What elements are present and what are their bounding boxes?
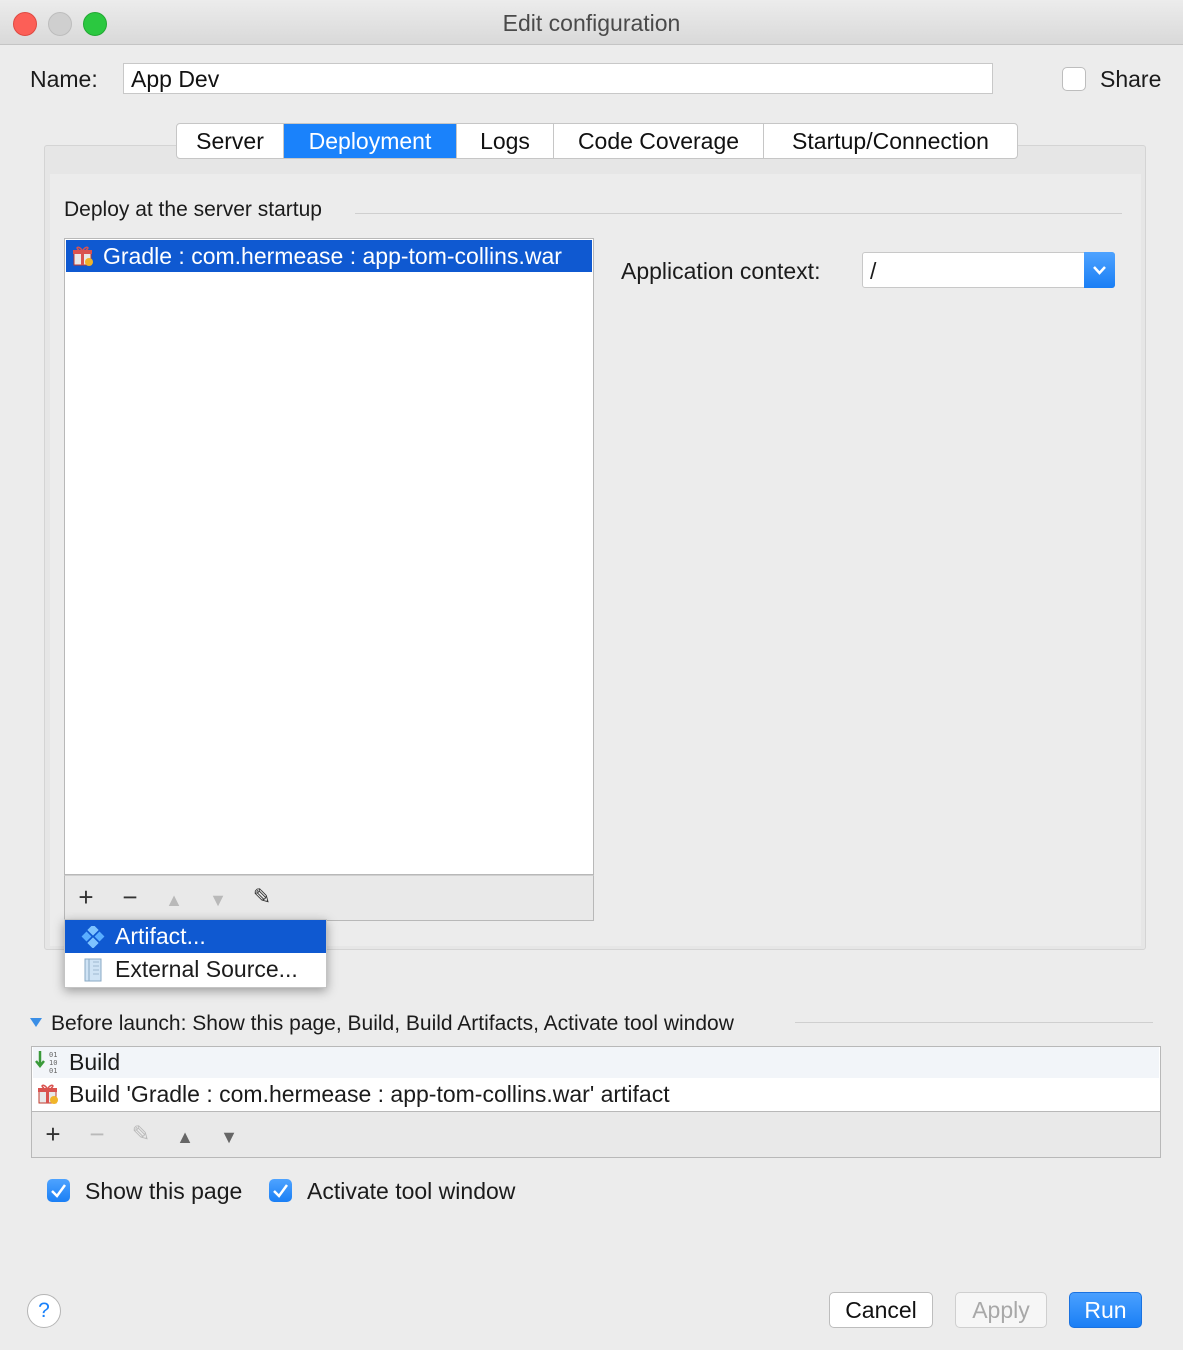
artifact-icon xyxy=(81,926,105,948)
before-launch-label: Before launch: Show this page, Build, Bu… xyxy=(51,1012,734,1035)
menu-item-artifact[interactable]: Artifact... xyxy=(65,920,326,953)
apply-button[interactable]: Apply xyxy=(955,1292,1047,1328)
dropdown-button[interactable] xyxy=(1084,252,1115,288)
artifact-gift-icon xyxy=(73,246,93,266)
external-source-icon xyxy=(84,958,102,982)
build-icon: 01 10 01 xyxy=(35,1051,57,1075)
share-checkbox[interactable] xyxy=(1062,67,1086,91)
show-this-page-checkbox[interactable] xyxy=(47,1179,70,1202)
before-launch-toolbar xyxy=(31,1112,1161,1158)
deploy-section-label: Deploy at the server startup xyxy=(64,198,322,221)
edit-deployment-button[interactable]: ✎ xyxy=(250,884,274,910)
share-label: Share xyxy=(1100,66,1162,92)
move-down-button[interactable]: ▼ xyxy=(206,887,230,913)
svg-text:01: 01 xyxy=(49,1067,57,1075)
menu-item-label: External Source... xyxy=(115,956,298,982)
activate-tool-window-label: Activate tool window xyxy=(307,1178,516,1204)
tab-deployment[interactable]: Deployment xyxy=(284,124,457,158)
remove-task-button[interactable]: − xyxy=(85,1121,109,1147)
svg-text:10: 10 xyxy=(49,1059,57,1067)
help-button[interactable]: ? xyxy=(27,1294,61,1328)
application-context-combo[interactable] xyxy=(862,252,1115,288)
deploy-list-item[interactable]: Gradle : com.hermease : app-tom-collins.… xyxy=(66,240,592,272)
edit-task-button[interactable]: ✎ xyxy=(129,1121,153,1147)
checkmark-icon xyxy=(51,1184,67,1198)
activate-tool-window-checkbox[interactable] xyxy=(269,1179,292,1202)
tab-code-coverage[interactable]: Code Coverage xyxy=(554,124,764,158)
collapse-triangle-icon[interactable] xyxy=(30,1018,42,1027)
deploy-item-label: Gradle : com.hermease : app-tom-collins.… xyxy=(103,243,562,269)
move-task-down-button[interactable]: ▼ xyxy=(217,1124,241,1150)
before-launch-item[interactable]: 01 10 01 Build xyxy=(33,1047,1159,1078)
move-up-button[interactable]: ▲ xyxy=(162,887,186,913)
window-title: Edit configuration xyxy=(502,10,681,36)
tab-logs[interactable]: Logs xyxy=(457,124,554,158)
artifact-gift-icon xyxy=(38,1084,58,1104)
menu-item-external-source[interactable]: External Source... xyxy=(65,953,326,986)
move-task-up-button[interactable]: ▲ xyxy=(173,1124,197,1150)
before-launch-item[interactable]: Build 'Gradle : com.hermease : app-tom-c… xyxy=(33,1079,1159,1110)
name-input[interactable]: App Dev xyxy=(123,63,993,94)
section-divider xyxy=(795,1022,1153,1023)
chevron-down-icon xyxy=(1093,266,1106,275)
checkmark-icon xyxy=(273,1184,289,1198)
application-context-label: Application context: xyxy=(621,258,821,284)
add-task-button[interactable]: + xyxy=(41,1121,65,1147)
before-launch-item-label: Build 'Gradle : com.hermease : app-tom-c… xyxy=(69,1081,670,1107)
run-button[interactable]: Run xyxy=(1069,1292,1142,1328)
add-deployment-button[interactable]: + xyxy=(74,884,98,910)
cancel-button[interactable]: Cancel xyxy=(829,1292,933,1328)
name-label: Name: xyxy=(30,66,98,92)
application-context-value: / xyxy=(870,258,877,284)
tab-startup-connection[interactable]: Startup/Connection xyxy=(764,124,1017,158)
tab-server[interactable]: Server xyxy=(177,124,284,158)
show-this-page-label: Show this page xyxy=(85,1178,243,1204)
remove-deployment-button[interactable]: − xyxy=(118,884,142,910)
svg-text:01: 01 xyxy=(49,1051,57,1059)
deploy-list[interactable] xyxy=(64,238,594,875)
section-divider xyxy=(355,213,1122,214)
tab-bar: Server Deployment Logs Code Coverage Sta… xyxy=(176,123,1018,159)
deploy-toolbar xyxy=(64,875,594,921)
before-launch-item-label: Build xyxy=(69,1049,121,1075)
menu-item-label: Artifact... xyxy=(115,923,206,949)
